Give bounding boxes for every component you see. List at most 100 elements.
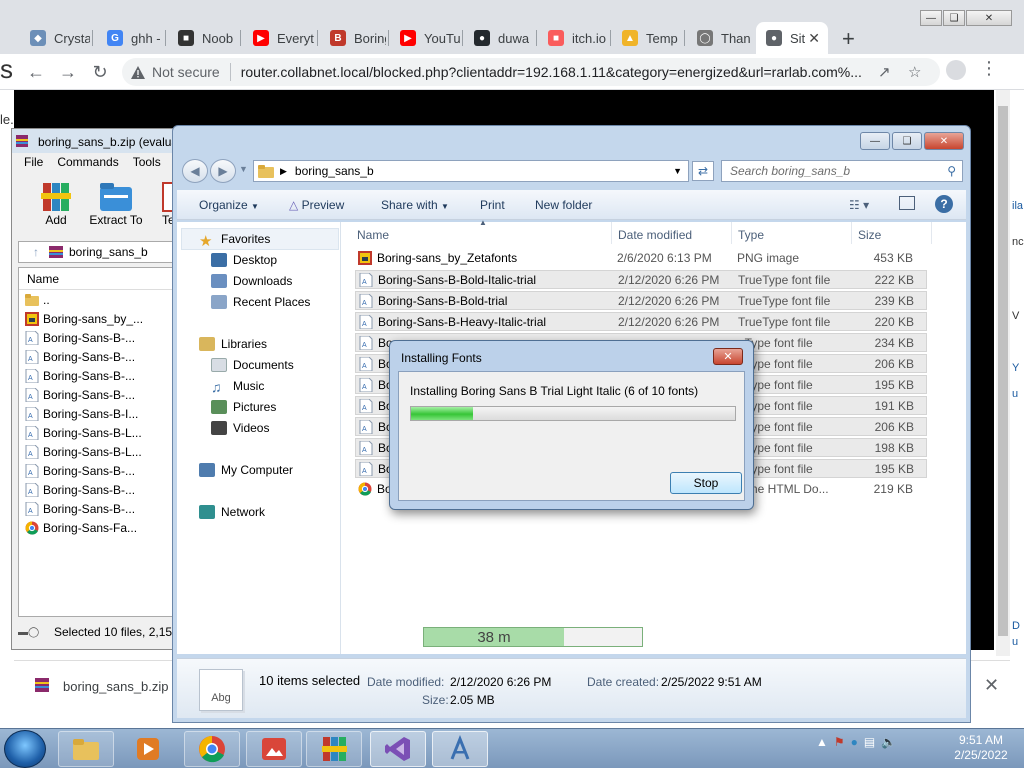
file-row[interactable]: Boring-sans_by_Zetafonts 2/6/2020 6:13 PM… (355, 249, 927, 268)
taskbar-font-installer[interactable] (432, 731, 488, 767)
profile-avatar-icon[interactable] (946, 60, 966, 80)
url-text[interactable]: router.collabnet.local/blocked.php?clien… (241, 64, 861, 80)
file-row[interactable]: A Boring-Sans-B-Bold-trial 2/12/2020 6:26 … (355, 291, 927, 310)
winrar-file-row[interactable]: A Boring-Sans-B-... (19, 461, 181, 480)
winrar-file-row[interactable]: A Boring-Sans-B-... (19, 366, 181, 385)
new-folder-button[interactable]: New folder (535, 198, 592, 212)
file-row[interactable]: A Boring-Sans-B-Bold-Italic-trial 2/12/202… (355, 270, 927, 289)
winrar-file-row[interactable]: A Boring-Sans-B-... (19, 499, 181, 518)
winrar-file-row[interactable]: A Boring-Sans-B-L... (19, 423, 181, 442)
up-arrow-icon[interactable]: ↑ (33, 245, 39, 259)
preview-pane-icon[interactable] (899, 196, 915, 210)
add-button[interactable]: Add (26, 181, 86, 233)
taskbar-app-red[interactable] (246, 731, 302, 767)
browser-tab[interactable]: ▶ Everyt (243, 22, 315, 54)
browser-tab[interactable]: ■ itch.io (538, 22, 608, 54)
winrar-column-name[interactable]: Name (19, 268, 181, 290)
stop-button[interactable]: Stop (670, 472, 742, 494)
column-divider[interactable] (851, 222, 852, 244)
column-header-size[interactable]: Size (858, 228, 881, 242)
winrar-file-row[interactable]: A Boring-Sans-B-L... (19, 442, 181, 461)
browser-tab[interactable]: B Boring (320, 22, 386, 54)
browser-tab[interactable]: ◯ Thank (687, 22, 751, 54)
print-button[interactable]: Print (480, 198, 505, 212)
menu-file[interactable]: File (24, 155, 43, 173)
explorer-back-button[interactable]: ◀ (182, 159, 208, 183)
browser-tab[interactable]: ▶ YouTu (390, 22, 460, 54)
network-status-icon[interactable]: ▤ (864, 735, 875, 749)
column-header-type[interactable]: Type (738, 228, 764, 242)
browser-tab[interactable]: ● Sit ✕ (756, 22, 828, 54)
winrar-path-bar[interactable]: ↑ boring_sans_b (18, 241, 182, 263)
minimize-button[interactable]: — (920, 10, 942, 26)
preview-button[interactable]: △ Preview (289, 198, 344, 212)
winrar-file-row[interactable]: A Boring-Sans-B-... (19, 347, 181, 366)
explorer-minimize-button[interactable]: — (860, 132, 890, 150)
explorer-close-button[interactable]: ✕ (924, 132, 964, 150)
volume-icon[interactable]: 🔈 (881, 735, 896, 749)
globe-network-icon[interactable]: ● (851, 735, 858, 749)
explorer-forward-button[interactable]: ▶ (210, 159, 236, 183)
nav-downloads[interactable]: Downloads (211, 274, 292, 288)
explorer-address-bar[interactable]: ▶ boring_sans_b ▼ (253, 160, 689, 182)
menu-commands[interactable]: Commands (57, 155, 118, 173)
chrome-menu-icon[interactable]: ⋮ (980, 58, 998, 79)
search-icon[interactable]: ⚲ (947, 164, 956, 178)
nav-network[interactable]: Network (199, 505, 265, 519)
maximize-button[interactable]: ❑ (943, 10, 965, 26)
close-download-bar-icon[interactable]: ✕ (984, 675, 999, 696)
action-center-flag-icon[interactable]: ⚑ (834, 735, 845, 749)
column-divider[interactable] (931, 222, 932, 244)
view-options-icon[interactable]: ☷ ▾ (849, 198, 869, 212)
share-icon[interactable]: ↗ (878, 63, 891, 81)
scrollbar-thumb[interactable] (998, 106, 1008, 636)
column-divider[interactable] (731, 222, 732, 244)
nav-favorites[interactable]: ★ Favorites (199, 232, 270, 250)
winrar-file-row[interactable]: A Boring-Sans-B-... (19, 328, 181, 347)
nav-recent-places[interactable]: Recent Places (211, 295, 310, 309)
back-button[interactable]: ← (24, 60, 48, 84)
start-button[interactable] (4, 730, 46, 768)
organize-button[interactable]: Organize ▼ (199, 198, 259, 212)
explorer-search-box[interactable]: Search boring_sans_b ⚲ (721, 160, 963, 182)
close-tab-icon[interactable]: ✕ (808, 30, 820, 47)
winrar-file-row[interactable]: A Boring-Sans-B-... (19, 385, 181, 404)
winrar-file-row[interactable]: A Boring-Sans-B-... (19, 480, 181, 499)
nav-libraries[interactable]: Libraries (199, 337, 267, 351)
bookmark-star-icon[interactable]: ☆ (908, 63, 921, 81)
column-header-name[interactable]: Name (357, 228, 389, 242)
download-file-name[interactable]: boring_sans_b.zip (63, 679, 169, 694)
breadcrumb-arrow-icon[interactable]: ▶ (280, 166, 287, 177)
file-row[interactable]: A Boring-Sans-B-Heavy-Italic-trial 2/12/20… (355, 312, 927, 331)
new-tab-button[interactable]: + (842, 26, 855, 52)
browser-tab[interactable]: ■ Noob (168, 22, 238, 54)
dialog-close-button[interactable]: ✕ (713, 348, 743, 365)
show-hidden-icons-icon[interactable]: ▲ (816, 735, 828, 749)
winrar-file-row[interactable]: Boring-sans_by_... (19, 309, 181, 328)
browser-tab[interactable]: ◆ Crysta (20, 22, 90, 54)
nav-videos[interactable]: Videos (211, 421, 269, 435)
browser-tab[interactable]: Gghh - (97, 22, 163, 54)
reload-button[interactable]: ↻ (88, 60, 112, 84)
winrar-file-row[interactable]: A Boring-Sans-B-I... (19, 404, 181, 423)
extract-to-button[interactable]: Extract To (86, 181, 146, 233)
close-window-button[interactable]: ✕ (966, 10, 1012, 26)
column-header-date[interactable]: Date modified (618, 228, 692, 242)
nav-my-computer[interactable]: My Computer (199, 463, 293, 477)
browser-tab[interactable]: ● duwa (464, 22, 534, 54)
help-icon[interactable]: ? (935, 195, 953, 213)
address-dropdown-icon[interactable]: ▼ (673, 166, 682, 176)
page-scrollbar[interactable] (996, 90, 1010, 656)
taskbar-chrome[interactable] (184, 731, 240, 767)
nav-documents[interactable]: Documents (211, 358, 294, 372)
winrar-file-list[interactable]: Name .. Boring-sans_by_... A Boring-Sans-B-… (18, 267, 182, 617)
nav-desktop[interactable]: Desktop (211, 253, 277, 267)
forward-button[interactable]: → (56, 60, 80, 84)
browser-tab[interactable]: ▲ Temp (612, 22, 682, 54)
nav-music[interactable]: ♫ Music (211, 379, 264, 395)
address-bar[interactable]: Not secure router.collabnet.local/blocke… (122, 58, 940, 86)
taskbar-winrar[interactable] (306, 731, 362, 767)
taskbar-visual-studio[interactable] (370, 731, 426, 767)
taskbar-media-player[interactable] (120, 731, 176, 767)
winrar-file-row[interactable]: .. (19, 290, 181, 309)
